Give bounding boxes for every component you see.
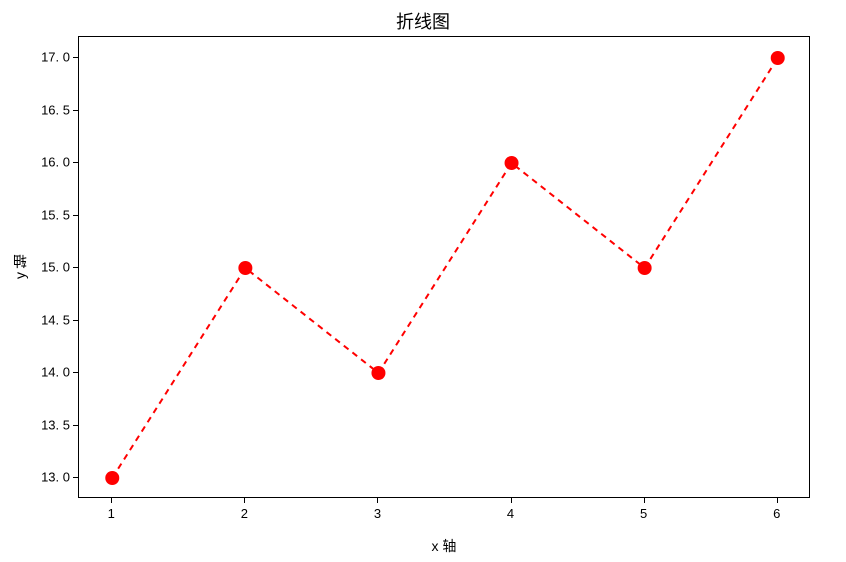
x-tick-mark <box>777 498 778 503</box>
y-tick-mark <box>73 215 78 216</box>
y-tick-label: 15. 5 <box>41 207 70 222</box>
x-tick-label: 2 <box>241 506 248 521</box>
y-tick-mark <box>73 372 78 373</box>
y-tick-mark <box>73 267 78 268</box>
x-tick-label: 3 <box>374 506 381 521</box>
x-tick-mark <box>511 498 512 503</box>
x-tick-label: 5 <box>640 506 647 521</box>
y-tick-label: 14. 0 <box>41 365 70 380</box>
x-tick-label: 1 <box>108 506 115 521</box>
y-tick-mark <box>73 110 78 111</box>
y-tick-label: 13. 5 <box>41 417 70 432</box>
y-tick-label: 14. 5 <box>41 312 70 327</box>
y-tick-mark <box>73 425 78 426</box>
x-tick-mark <box>244 498 245 503</box>
y-axis-label: y 轴 <box>10 36 30 498</box>
y-tick-mark <box>73 477 78 478</box>
x-tick-label: 6 <box>773 506 780 521</box>
data-point <box>771 51 785 65</box>
data-point <box>238 261 252 275</box>
x-tick-mark <box>377 498 378 503</box>
x-tick-mark <box>111 498 112 503</box>
y-tick-label: 16. 5 <box>41 102 70 117</box>
chart-title: 折线图 <box>0 8 846 34</box>
line-plot-svg <box>79 37 809 497</box>
y-tick-mark <box>73 320 78 321</box>
plot-area <box>78 36 810 498</box>
x-axis-label: x 轴 <box>78 536 810 556</box>
y-tick-label: 16. 0 <box>41 155 70 170</box>
y-tick-mark <box>73 162 78 163</box>
y-tick-label: 13. 0 <box>41 470 70 485</box>
x-tick-mark <box>644 498 645 503</box>
data-point <box>505 156 519 170</box>
data-point <box>638 261 652 275</box>
y-tick-mark <box>73 57 78 58</box>
data-point <box>371 366 385 380</box>
chart-container: 折线图 y 轴 x 轴 1 2 3 4 5 6 13. 0 13. 5 14. 0 14. 5 15… <box>0 8 846 560</box>
y-tick-label: 15. 0 <box>41 260 70 275</box>
data-line <box>112 58 777 478</box>
y-tick-label: 17. 0 <box>41 50 70 65</box>
data-point <box>105 471 119 485</box>
x-tick-label: 4 <box>507 506 514 521</box>
